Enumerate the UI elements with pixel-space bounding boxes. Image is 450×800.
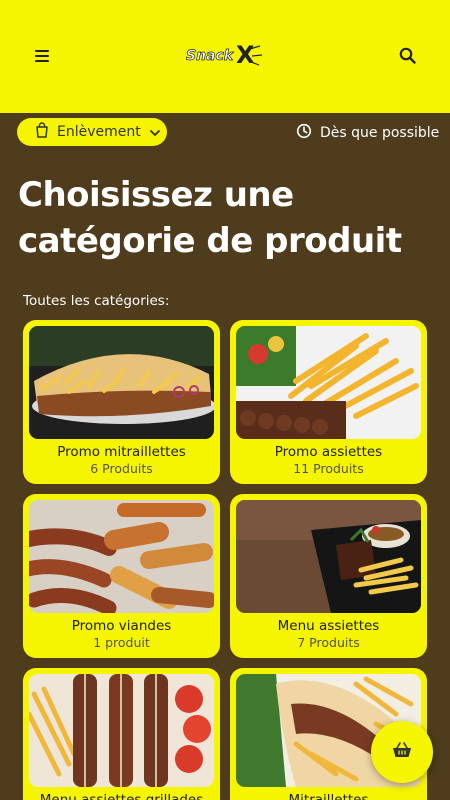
category-count: 11 Produits (293, 461, 364, 476)
search-icon[interactable] (396, 44, 420, 68)
svg-text:Snack: Snack (186, 48, 235, 64)
category-card[interactable]: Promo viandes 1 produit (23, 494, 220, 658)
category-image (236, 326, 421, 439)
category-count: 7 Produits (297, 635, 360, 650)
category-card[interactable]: Menu assiettes grillades (23, 668, 220, 800)
category-image (29, 326, 214, 439)
basket-icon (392, 741, 412, 763)
chevron-down-icon (149, 123, 161, 142)
category-image (236, 500, 421, 613)
category-image (29, 674, 214, 787)
category-card[interactable]: Promo assiettes 11 Produits (230, 320, 427, 484)
svg-text:X: X (236, 41, 255, 69)
hamburger-menu-icon[interactable] (30, 44, 54, 68)
section-label: Toutes les catégories: (23, 293, 170, 309)
clock-icon (296, 123, 312, 143)
order-options-bar: Enlèvement Dès que possible (0, 113, 450, 151)
timing-selector[interactable]: Dès que possible (296, 123, 439, 143)
shopping-bag-icon (35, 122, 49, 142)
pickup-mode-label: Enlèvement (57, 124, 141, 140)
category-image (29, 500, 214, 613)
category-name: Menu assiettes grillades (39, 792, 204, 800)
category-name: Promo assiettes (274, 444, 383, 460)
page-title: Choisissez une catégorie de produit (18, 175, 402, 261)
category-name: Promo viandes (71, 618, 172, 634)
category-card[interactable]: Menu assiettes 7 Produits (230, 494, 427, 658)
pickup-mode-dropdown[interactable]: Enlèvement (17, 118, 167, 146)
timing-label: Dès que possible (320, 125, 440, 141)
category-count: 6 Produits (90, 461, 153, 476)
category-card[interactable]: Promo mitraillettes 6 Produits (23, 320, 220, 484)
top-bar: Snack X (0, 0, 450, 113)
category-name: Promo mitraillettes (57, 444, 186, 460)
category-count: 1 produit (93, 635, 150, 650)
category-name: Mitraillettes (288, 792, 369, 800)
cart-button[interactable] (371, 721, 433, 783)
category-name: Menu assiettes (277, 618, 380, 634)
brand-logo[interactable]: Snack X (186, 40, 266, 70)
